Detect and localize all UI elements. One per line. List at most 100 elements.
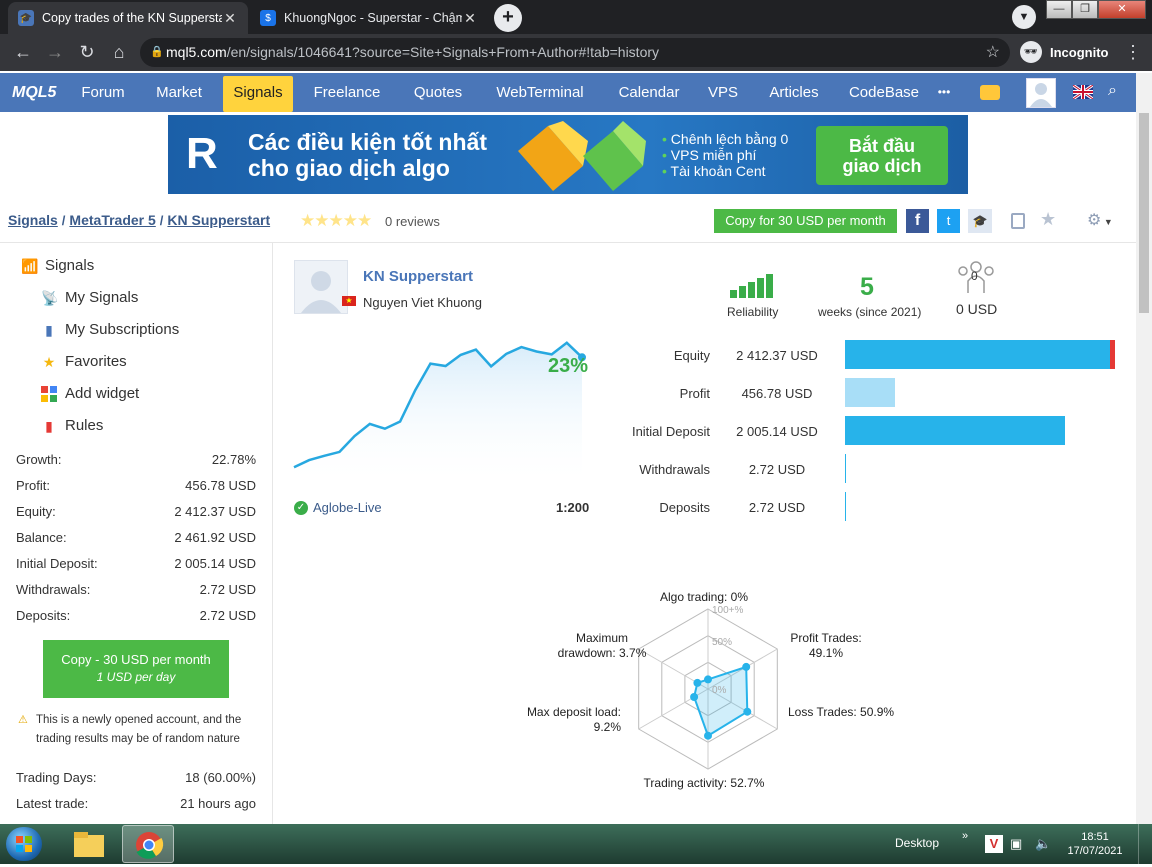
sidebar-item-label: My Signals: [65, 289, 139, 306]
tab-title: Copy trades of the KN Supperstart: [42, 11, 222, 25]
nav-forum[interactable]: Forum: [70, 73, 136, 112]
reviews-count[interactable]: 0 reviews: [385, 214, 440, 229]
twitter-icon[interactable]: t: [937, 209, 960, 233]
home-icon[interactable]: ⌂: [104, 34, 134, 71]
radar-label-max-deposit-load: Max deposit load: 9.2%: [527, 705, 621, 734]
menu-kebab-icon[interactable]: ⋮: [1118, 34, 1148, 71]
radar-data-polygon: [693, 665, 749, 738]
sidebar-item-add-widget[interactable]: Add widget: [41, 385, 140, 402]
nav-signals[interactable]: Signals: [223, 76, 293, 112]
nav-freelance[interactable]: Freelance: [302, 73, 392, 112]
subscriptions-icon: ▮: [45, 321, 53, 338]
copy-signal-button[interactable]: Copy for 30 USD per month: [714, 209, 897, 233]
nav-codebase[interactable]: CodeBase: [842, 73, 926, 112]
start-button[interactable]: [6, 827, 42, 861]
scrollbar-thumb[interactable]: [1139, 113, 1149, 313]
sidebar-item-label: Signals: [45, 257, 95, 274]
archive-icon[interactable]: [1011, 213, 1025, 229]
chat-icon[interactable]: [980, 85, 1000, 100]
radar-label-loss-trades: Loss Trades: 50.9%: [788, 705, 894, 719]
tab-search-icon[interactable]: ▼: [1012, 5, 1036, 29]
graduation-cap-icon: 🎓: [18, 10, 34, 26]
author-avatar[interactable]: [294, 260, 348, 314]
radar-scale-50: 50%: [712, 637, 732, 648]
nav-more[interactable]: •••: [932, 73, 956, 112]
nav-market[interactable]: Market: [144, 73, 214, 112]
close-tab-icon[interactable]: ✕: [462, 10, 478, 27]
nav-articles[interactable]: Articles: [756, 73, 832, 112]
ad-banner[interactable]: R Các điều kiện tốt nhất cho giao dịch a…: [168, 115, 968, 194]
bookmark-star-icon[interactable]: ☆: [986, 38, 1000, 67]
breadcrumb-separator: /: [61, 212, 66, 228]
toolbar-expand-icon[interactable]: »: [962, 830, 968, 842]
antenna-icon: 📶: [21, 257, 39, 274]
copy-price-daily: 1 USD per day: [96, 670, 176, 684]
copy-subscribe-button[interactable]: Copy - 30 USD per month 1 USD per day: [43, 640, 229, 698]
verified-check-icon: ✓: [294, 501, 308, 515]
stat-initial-deposit: Initial Deposit: 2 005.14 USD: [16, 556, 256, 571]
close-window-button[interactable]: ✕: [1098, 0, 1146, 19]
bar-deposits: [845, 492, 846, 521]
show-desktop-button[interactable]: [1138, 824, 1152, 864]
stat-latest-trade: Latest trade: 21 hours ago: [16, 796, 256, 811]
author-name[interactable]: Nguyen Viet Khuong: [363, 295, 482, 310]
tab-signal[interactable]: 🎓 Copy trades of the KN Supperstart ✕: [8, 2, 248, 34]
desktop-toolbar-label[interactable]: Desktop: [895, 836, 939, 850]
minimize-button[interactable]: —: [1046, 0, 1072, 19]
sidebar-item-label: Add widget: [65, 385, 140, 402]
sidebar-item-label: Favorites: [65, 353, 127, 370]
banner-cta-button[interactable]: Bắt đầu giao dịch: [816, 126, 948, 185]
leverage: 1:200: [556, 500, 590, 515]
growth-chart: [293, 341, 586, 487]
mql5-share-icon[interactable]: 🎓: [968, 209, 992, 233]
reload-icon[interactable]: ↻: [72, 34, 102, 71]
sidebar-item-my-signals[interactable]: 📡 My Signals: [41, 289, 139, 306]
subscribers-funds: 0 USD: [956, 301, 998, 317]
bar-value-profit: 456.78 USD: [741, 386, 813, 401]
avatar[interactable]: [1026, 78, 1056, 108]
system-clock[interactable]: 18:51 17/07/2021: [1060, 830, 1130, 858]
broker-server[interactable]: Aglobe-Live: [313, 500, 382, 515]
incognito-label[interactable]: Incognito: [1050, 34, 1109, 71]
volume-muted-icon[interactable]: 🔈: [1035, 836, 1051, 852]
nav-quotes[interactable]: Quotes: [402, 73, 474, 112]
network-icon[interactable]: ▣: [1010, 836, 1022, 852]
sidebar-item-favorites[interactable]: ★ Favorites: [43, 353, 127, 370]
favorite-star-icon[interactable]: ★: [1040, 209, 1056, 230]
maximize-button[interactable]: ❐: [1072, 0, 1098, 19]
breadcrumb-signal-name[interactable]: KN Supperstart: [167, 212, 270, 228]
nav-calendar[interactable]: Calendar: [608, 73, 690, 112]
facebook-icon[interactable]: f: [906, 209, 929, 233]
sidebar-item-my-subscriptions[interactable]: ▮ My Subscriptions: [45, 321, 179, 338]
tray-app-icon[interactable]: V: [985, 835, 1003, 853]
search-icon[interactable]: ⌕: [1108, 82, 1117, 100]
settings-gear-icon[interactable]: ⚙ ▼: [1087, 210, 1113, 230]
signal-name[interactable]: KN Supperstart: [363, 268, 473, 285]
chrome-taskbar-icon[interactable]: [122, 825, 174, 863]
new-tab-button[interactable]: +: [494, 4, 522, 32]
address-bar[interactable]: 🔒 mql5.com/en/signals/1046641?source=Sit…: [140, 38, 1010, 67]
forward-icon[interactable]: →: [40, 34, 70, 71]
page-scrollbar[interactable]: [1136, 73, 1152, 824]
breadcrumb-metatrader5[interactable]: MetaTrader 5: [69, 212, 155, 228]
back-icon[interactable]: ←: [8, 34, 38, 71]
sidebar-item-rules[interactable]: ▮ Rules: [45, 417, 103, 434]
incognito-icon: 🕶: [1020, 41, 1042, 63]
bar-label-initial-deposit: Initial Deposit: [631, 424, 710, 439]
warning-icon: ⚠: [18, 714, 28, 726]
file-explorer-icon[interactable]: [66, 827, 112, 861]
site-navbar: MQL5 Forum Market Signals Freelance Quot…: [0, 73, 1136, 112]
vietnam-flag-icon: ★: [342, 296, 356, 306]
nav-vps[interactable]: VPS: [700, 73, 746, 112]
sidebar-item-signals[interactable]: 📶 Signals: [21, 257, 95, 274]
clock-time: 18:51: [1081, 831, 1109, 843]
rating-stars-icon[interactable]: ★★★★★: [300, 211, 372, 231]
radar-data-point: [742, 662, 751, 671]
close-tab-icon[interactable]: ✕: [222, 10, 238, 27]
clock-date: 17/07/2021: [1067, 845, 1123, 857]
breadcrumb-signals[interactable]: Signals: [8, 212, 58, 228]
nav-webterminal[interactable]: WebTerminal: [484, 73, 596, 112]
mql5-logo[interactable]: MQL5: [12, 73, 56, 112]
tab-superstar[interactable]: $ KhuongNgoc - Superstar - Chậm ✕: [250, 2, 488, 34]
gb-flag-icon[interactable]: [1073, 85, 1093, 99]
